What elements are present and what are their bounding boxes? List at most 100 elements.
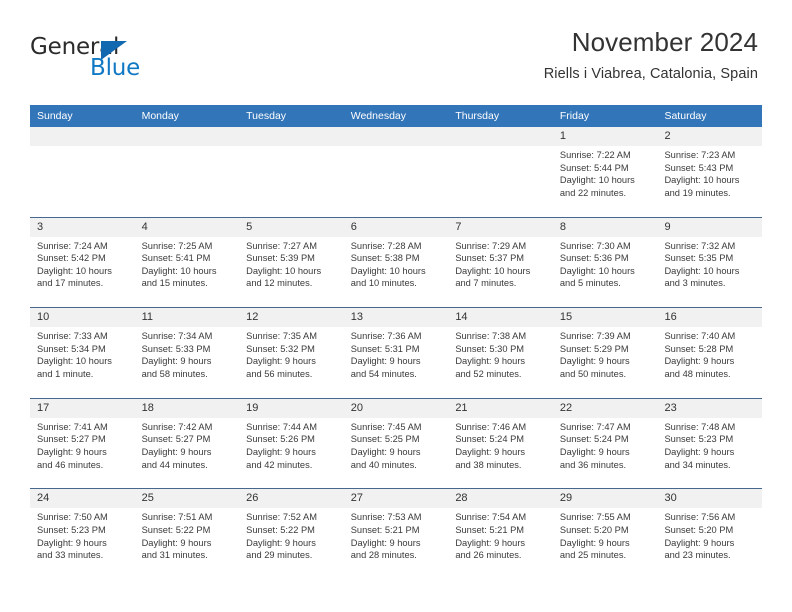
sunrise-text: Sunrise: 7:55 AM — [559, 512, 631, 523]
day-number: 21 — [455, 401, 468, 414]
sunrise-text: Sunrise: 7:34 AM — [141, 331, 213, 342]
daylight-line2: and 25 minutes. — [559, 550, 627, 561]
day-number: 11 — [141, 311, 153, 324]
daylight-line1: Daylight: 9 hours — [141, 356, 212, 367]
sunset-text: Sunset: 5:35 PM — [664, 253, 734, 264]
day-number: 6 — [350, 220, 357, 233]
day-number-band — [134, 127, 240, 146]
day-number: 26 — [246, 492, 259, 505]
sunset-text: Sunset: 5:33 PM — [141, 343, 211, 354]
day-number: 13 — [350, 311, 363, 324]
daylight-line1: Daylight: 9 hours — [141, 446, 212, 457]
day-number-band: 30 — [657, 489, 763, 509]
daylight-line2: and 28 minutes. — [350, 550, 417, 561]
sunrise-text: Sunrise: 7:32 AM — [664, 240, 736, 251]
sunset-text: Sunset: 5:26 PM — [246, 434, 315, 445]
daylight-line1: Daylight: 10 hours — [559, 265, 635, 276]
daylight-line1: Daylight: 10 hours — [664, 265, 740, 276]
day-number-band — [239, 127, 344, 146]
sunset-text: Sunset: 5:38 PM — [350, 253, 420, 264]
daylight-line1: Daylight: 9 hours — [455, 446, 526, 457]
daylight-line1: Daylight: 10 hours — [246, 265, 322, 276]
day-details: Sunrise: 7:54 AM Sunset: 5:21 PM Dayligh… — [448, 508, 553, 561]
day-number-band: 27 — [343, 489, 449, 509]
day-cell: 9 Sunrise: 7:32 AM Sunset: 5:35 PM Dayli… — [657, 217, 763, 308]
day-details: Sunrise: 7:34 AM Sunset: 5:33 PM Dayligh… — [135, 327, 240, 380]
day-number-band: 19 — [239, 398, 344, 418]
daylight-line2: and 12 minutes. — [246, 278, 313, 289]
sunset-text: Sunset: 5:24 PM — [455, 434, 525, 445]
day-number-band: 28 — [448, 489, 553, 509]
daylight-line1: Daylight: 9 hours — [559, 446, 630, 457]
day-details: Sunrise: 7:23 AM Sunset: 5:43 PM Dayligh… — [657, 146, 762, 199]
sunrise-text: Sunrise: 7:22 AM — [559, 150, 631, 160]
day-details: Sunrise: 7:28 AM Sunset: 5:38 PM Dayligh… — [344, 237, 449, 290]
sunset-text: Sunset: 5:23 PM — [37, 524, 106, 535]
sunrise-text: Sunrise: 7:36 AM — [350, 331, 422, 342]
day-number: 23 — [664, 401, 677, 414]
day-cell: 29 Sunrise: 7:55 AM Sunset: 5:20 PM Dayl… — [552, 489, 658, 579]
day-cell: 24 Sunrise: 7:50 AM Sunset: 5:23 PM Dayl… — [30, 489, 135, 579]
day-details: Sunrise: 7:33 AM Sunset: 5:34 PM Dayligh… — [30, 327, 135, 380]
sunset-text: Sunset: 5:44 PM — [559, 162, 629, 173]
weekday-sunday: Sunday — [37, 110, 73, 122]
day-cell: 28 Sunrise: 7:54 AM Sunset: 5:21 PM Dayl… — [448, 489, 553, 579]
sunrise-text: Sunrise: 7:47 AM — [559, 421, 631, 432]
sunset-text: Sunset: 5:42 PM — [37, 253, 106, 264]
day-number: 8 — [559, 220, 567, 233]
day-cell: 8 Sunrise: 7:30 AM Sunset: 5:36 PM Dayli… — [552, 217, 658, 308]
day-details: Sunrise: 7:38 AM Sunset: 5:30 PM Dayligh… — [448, 327, 553, 380]
daylight-line2: and 38 minutes. — [455, 459, 522, 470]
day-details: Sunrise: 7:24 AM Sunset: 5:42 PM Dayligh… — [30, 237, 135, 290]
daylight-line2: and 7 minutes. — [455, 278, 517, 289]
page-header: General Blue November 2024 Riells i Viab… — [0, 0, 792, 100]
day-cell — [239, 127, 344, 217]
sunset-text: Sunset: 5:36 PM — [559, 253, 629, 264]
calendar-grid: Sunday Monday Tuesday Wednesday Thursday… — [30, 105, 763, 579]
sunset-text: Sunset: 5:43 PM — [664, 162, 734, 173]
daylight-line1: Daylight: 10 hours — [350, 265, 426, 276]
page-title: November 2024 — [571, 27, 758, 57]
day-details: Sunrise: 7:51 AM Sunset: 5:22 PM Dayligh… — [135, 508, 240, 561]
sunset-text: Sunset: 5:27 PM — [141, 434, 211, 445]
day-details: Sunrise: 7:22 AM Sunset: 5:44 PM Dayligh… — [553, 146, 658, 199]
day-number-band: 14 — [448, 308, 553, 328]
day-number: 1 — [559, 130, 567, 142]
general-blue-logo[interactable]: General Blue — [30, 36, 230, 88]
daylight-line2: and 17 minutes. — [37, 278, 104, 289]
daylight-line2: and 58 minutes. — [141, 368, 208, 379]
day-details: Sunrise: 7:48 AM Sunset: 5:23 PM Dayligh… — [657, 418, 762, 471]
day-cell: 12 Sunrise: 7:35 AM Sunset: 5:32 PM Dayl… — [239, 308, 344, 398]
sunset-text: Sunset: 5:20 PM — [664, 524, 734, 535]
day-details: Sunrise: 7:40 AM Sunset: 5:28 PM Dayligh… — [657, 327, 762, 380]
daylight-line1: Daylight: 9 hours — [246, 446, 316, 457]
daylight-line2: and 26 minutes. — [455, 550, 522, 561]
day-number-band: 22 — [552, 398, 658, 418]
daylight-line2: and 29 minutes. — [246, 550, 313, 561]
sunset-text: Sunset: 5:30 PM — [455, 343, 525, 354]
daylight-line1: Daylight: 10 hours — [664, 175, 740, 186]
sunset-text: Sunset: 5:24 PM — [559, 434, 629, 445]
day-details: Sunrise: 7:45 AM Sunset: 5:25 PM Dayligh… — [344, 418, 449, 471]
day-number-band: 5 — [239, 217, 344, 237]
sunrise-text: Sunrise: 7:51 AM — [141, 512, 213, 523]
daylight-line2: and 3 minutes. — [664, 278, 726, 289]
daylight-line2: and 5 minutes. — [559, 278, 621, 289]
daylight-line2: and 42 minutes. — [246, 459, 313, 470]
day-number-band: 15 — [552, 308, 658, 328]
day-number: 7 — [455, 220, 462, 233]
daylight-line2: and 33 minutes. — [37, 550, 104, 561]
sunrise-text: Sunrise: 7:40 AM — [664, 331, 736, 342]
sunset-text: Sunset: 5:22 PM — [246, 524, 315, 535]
daylight-line2: and 48 minutes. — [664, 368, 731, 379]
sunrise-text: Sunrise: 7:46 AM — [455, 421, 527, 432]
daylight-line1: Daylight: 9 hours — [664, 537, 735, 548]
sunset-text: Sunset: 5:31 PM — [350, 343, 420, 354]
day-number-band: 13 — [343, 308, 449, 328]
sunrise-text: Sunrise: 7:54 AM — [455, 512, 527, 523]
daylight-line2: and 23 minutes. — [664, 550, 731, 561]
daylight-line1: Daylight: 9 hours — [559, 537, 630, 548]
sunrise-text: Sunrise: 7:33 AM — [37, 331, 108, 342]
day-cell: 19 Sunrise: 7:44 AM Sunset: 5:26 PM Dayl… — [239, 398, 344, 489]
day-details: Sunrise: 7:36 AM Sunset: 5:31 PM Dayligh… — [344, 327, 449, 380]
